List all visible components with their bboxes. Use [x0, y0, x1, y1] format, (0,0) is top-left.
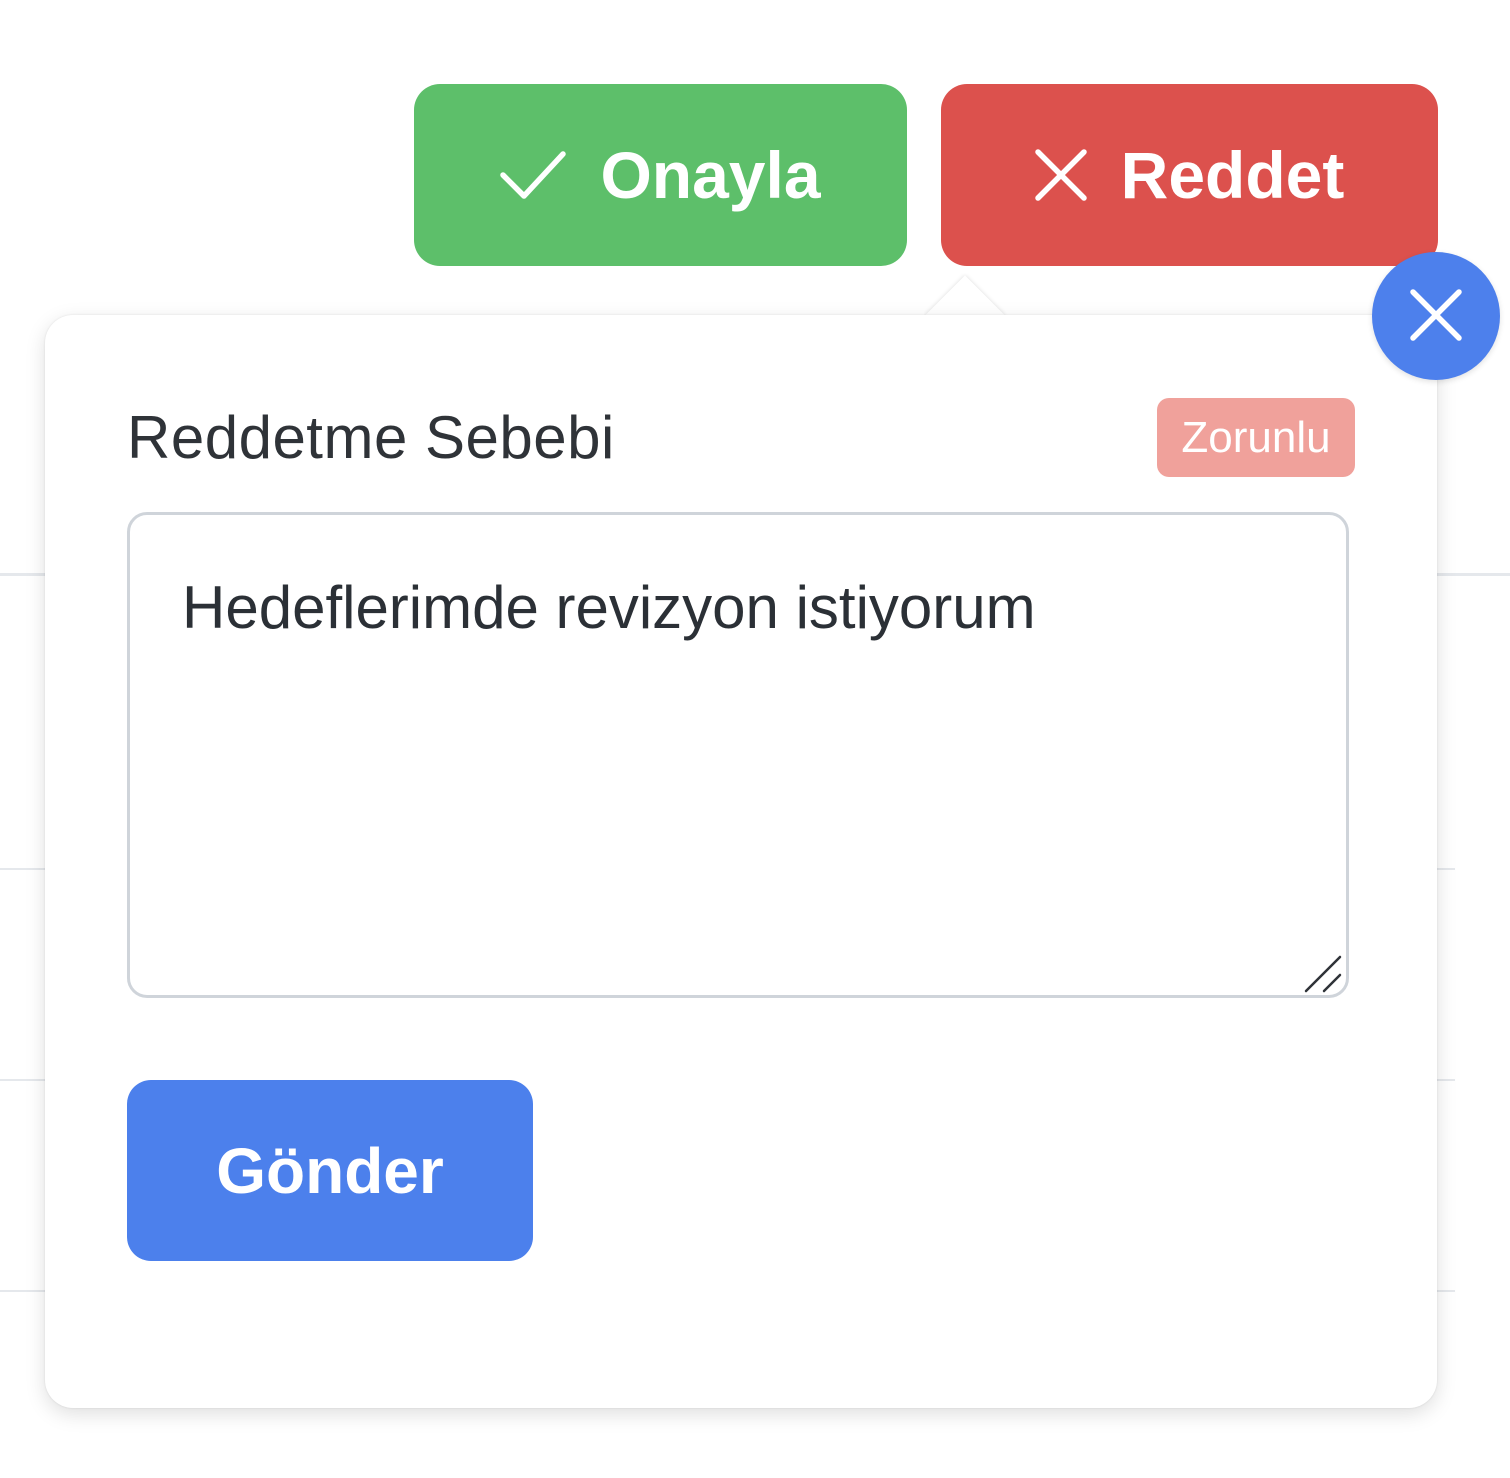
- reject-reason-label: Reddetme Sebebi: [127, 404, 615, 471]
- close-icon: [1409, 288, 1463, 345]
- check-icon: [500, 150, 567, 200]
- resize-grip-icon[interactable]: [1300, 953, 1344, 995]
- reject-label: Reddet: [1120, 138, 1345, 212]
- reject-button[interactable]: Reddet: [941, 84, 1438, 266]
- close-popover-button[interactable]: [1372, 252, 1500, 380]
- approve-label: Onayla: [600, 138, 821, 212]
- submit-button[interactable]: Gönder: [127, 1080, 533, 1261]
- popover-arrow: [924, 273, 1008, 317]
- x-icon: [1034, 149, 1087, 201]
- page: Onayla Reddet Reddetme Sebebi Zorunlu He…: [0, 0, 1510, 1478]
- approve-button[interactable]: Onayla: [414, 84, 907, 266]
- reject-reason-textarea[interactable]: Hedeflerimde revizyon istiyorum: [127, 512, 1349, 998]
- required-badge: Zorunlu: [1157, 398, 1355, 477]
